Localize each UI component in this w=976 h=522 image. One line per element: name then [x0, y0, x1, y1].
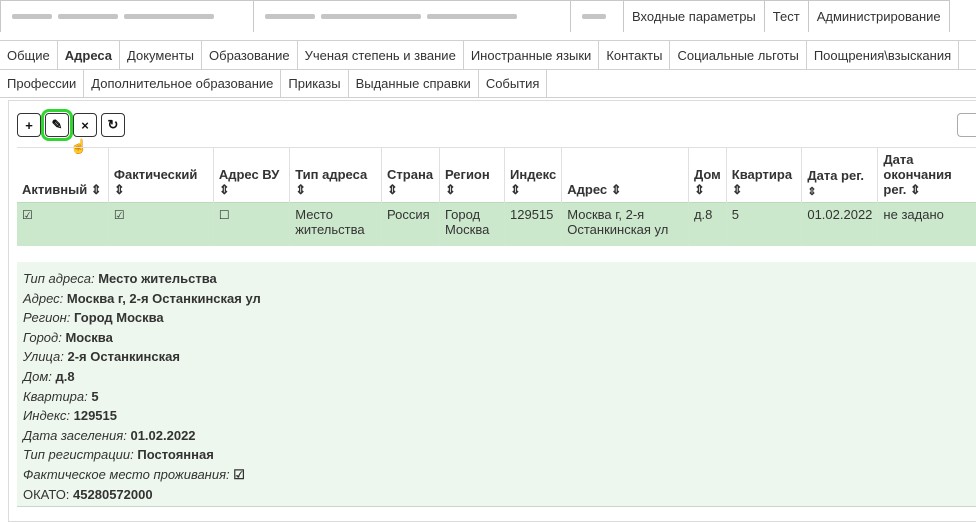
checkbox-checked-icon: ☑: [22, 208, 33, 222]
detail-line: Регион: Город Москва: [23, 310, 164, 326]
sort-icon: ⇕: [807, 186, 817, 198]
column-header[interactable]: Адрес ⇕: [561, 147, 689, 203]
tab-benefits[interactable]: Социальные льготы: [670, 41, 807, 69]
blurred-name-tab[interactable]: [0, 0, 254, 32]
table-header-row: Активный ⇕ Фактический ⇕ Адрес ВУ ⇕ Тип …: [17, 147, 976, 203]
edit-button[interactable]: ✎: [41, 109, 73, 141]
tab-test[interactable]: Тест: [763, 0, 809, 32]
close-icon: ×: [81, 117, 89, 133]
pencil-icon: ✎: [51, 117, 63, 132]
tab-documents[interactable]: Документы: [120, 41, 203, 69]
add-button[interactable]: +: [17, 113, 41, 137]
refresh-button[interactable]: ↻: [101, 113, 125, 137]
detail-line: Дом: д.8: [23, 368, 75, 384]
cell-end-date: не задано: [877, 202, 976, 246]
addresses-table: Активный ⇕ Фактический ⇕ Адрес ВУ ⇕ Тип …: [17, 147, 976, 246]
detail-line: Дата заселения: 01.02.2022: [23, 427, 196, 443]
tab-admin[interactable]: Администрирование: [807, 0, 950, 32]
cell-reg-date: 01.02.2022: [801, 202, 878, 246]
column-header[interactable]: Индекс ⇕: [503, 147, 562, 203]
row-details: Тип адреса: Место жительства Адрес: Моск…: [17, 262, 976, 506]
detail-line: Тип адреса: Место жительства: [23, 271, 217, 286]
divider: [17, 506, 976, 507]
column-header[interactable]: Фактический ⇕: [107, 147, 214, 203]
tab-education[interactable]: Образование: [202, 41, 298, 69]
tab-contacts[interactable]: Контакты: [599, 41, 671, 69]
grid-toolbar: + ✎ × ↻: [17, 109, 125, 141]
section-tabs-row-2: Профессии Дополнительное образование При…: [0, 69, 976, 98]
detail-line: Индекс: 129515: [23, 408, 117, 424]
detail-line: Тип регистрации: Постоянная: [23, 447, 214, 463]
tab-events[interactable]: События: [479, 69, 548, 97]
cell-house: д.8: [687, 202, 727, 246]
column-header[interactable]: Дата окончания рег. ⇕: [877, 147, 976, 203]
tab-orders[interactable]: Приказы: [281, 69, 349, 97]
column-header[interactable]: Адрес ВУ ⇕: [212, 147, 290, 203]
detail-line: ОКАТО: 45280572000: [23, 486, 153, 502]
detail-line: Квартира: 5: [23, 388, 99, 404]
section-tabs-row-1: Общие Адреса Документы Образование Учена…: [0, 40, 976, 70]
plus-icon: +: [25, 117, 33, 133]
tab-addresses[interactable]: Адреса: [57, 41, 121, 69]
tab-degree[interactable]: Ученая степень и звание: [298, 41, 464, 69]
blurred-id-tab[interactable]: [253, 0, 571, 32]
cell-flat: 5: [725, 202, 802, 246]
column-header[interactable]: Тип адреса ⇕: [289, 147, 382, 203]
checkbox-empty-icon: ☐: [218, 208, 230, 222]
cell-index: 129515: [503, 202, 562, 246]
checkbox-checked-icon: ☑: [113, 208, 125, 222]
cell-country: Россия: [381, 202, 440, 246]
cell-type: Место жительства: [289, 202, 382, 246]
table-row[interactable]: ☑ ☑ ☐ Место жительства Россия Город Моск…: [17, 202, 976, 246]
tab-extra-education[interactable]: Дополнительное образование: [84, 69, 282, 97]
tab-languages[interactable]: Иностранные языки: [464, 41, 600, 69]
detail-line: Улица: 2-я Останкинская: [23, 349, 180, 365]
detail-line: Адрес: Москва г, 2-я Останкинская ул: [23, 290, 261, 306]
top-bar: Входные параметры Тест Администрирование: [0, 0, 976, 32]
refresh-icon: ↻: [107, 117, 119, 132]
cell-address: Москва г, 2-я Останкинская ул: [561, 202, 689, 246]
column-header[interactable]: Дом ⇕: [687, 147, 727, 203]
column-header[interactable]: Квартира ⇕: [725, 147, 802, 203]
column-header[interactable]: Регион ⇕: [438, 147, 505, 203]
delete-button[interactable]: ×: [73, 113, 97, 137]
cell-region: Город Москва: [438, 202, 505, 246]
tab-professions[interactable]: Профессии: [0, 69, 85, 97]
tab-input-params[interactable]: Входные параметры: [623, 0, 765, 32]
column-header[interactable]: Страна ⇕: [381, 147, 440, 203]
column-header[interactable]: Активный ⇕: [17, 147, 109, 203]
detail-line: Город: Москва: [23, 329, 113, 345]
tab-awards[interactable]: Поощрения\взыскания: [807, 41, 960, 69]
tab-general[interactable]: Общие: [0, 41, 58, 69]
column-header[interactable]: Дата рег. ⇕: [801, 147, 878, 203]
app-window: Входные параметры Тест Администрирование…: [0, 0, 976, 522]
right-edge-button[interactable]: [957, 113, 976, 137]
checkbox-checked-icon: ☑: [233, 466, 245, 482]
blurred-short-tab[interactable]: [570, 0, 624, 32]
tab-certificates[interactable]: Выданные справки: [349, 69, 479, 97]
detail-line: Фактическое место проживания: ☑: [23, 466, 245, 482]
